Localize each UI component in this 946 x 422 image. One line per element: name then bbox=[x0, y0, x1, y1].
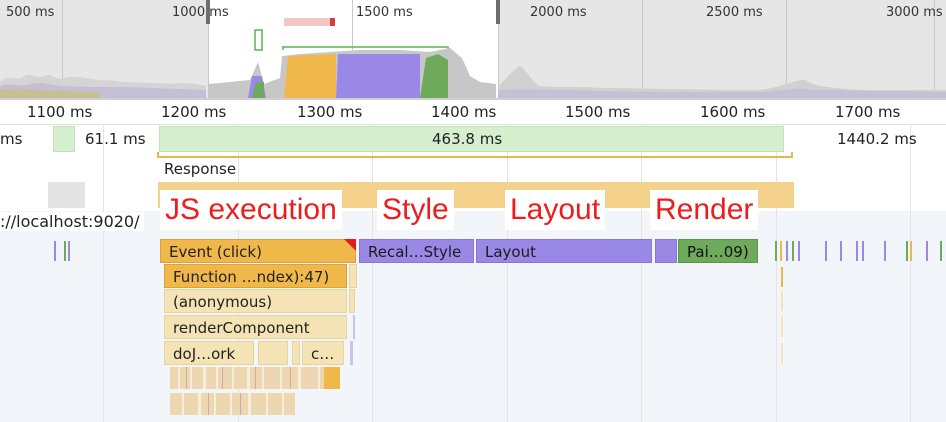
response-bracket bbox=[157, 152, 793, 158]
frame-duration-main[interactable]: 463.8 ms bbox=[432, 130, 502, 148]
frame-duration[interactable]: 1440.2 ms bbox=[837, 130, 917, 148]
frame-duration-partial: ms bbox=[0, 130, 23, 148]
ruler-time-label: 1300 ms bbox=[297, 103, 363, 121]
timeline-ruler: 1100 ms 1200 ms 1300 ms 1400 ms 1500 ms … bbox=[0, 100, 946, 125]
ruler-time-label: 1100 ms bbox=[27, 103, 93, 121]
ruler-time-label: 1700 ms bbox=[835, 103, 901, 121]
interaction-block[interactable] bbox=[48, 182, 85, 208]
ruler-time-label: 1600 ms bbox=[700, 103, 766, 121]
frames-track: ms 61.1 ms 463.8 ms 1440.2 ms bbox=[0, 124, 946, 155]
response-label: Response bbox=[164, 160, 237, 178]
overview-activity-graph bbox=[0, 18, 946, 98]
flame-detail-ticks bbox=[54, 241, 942, 415]
frame-block[interactable] bbox=[53, 126, 75, 152]
frame-duration[interactable]: 61.1 ms bbox=[85, 130, 146, 148]
overview-pane[interactable]: 500 ms 1000 ms 1500 ms 2000 ms 2500 ms 3… bbox=[0, 0, 946, 98]
ruler-time-label: 1500 ms bbox=[565, 103, 631, 121]
ruler-time-label: 1400 ms bbox=[431, 103, 497, 121]
ruler-time-label: 1200 ms bbox=[161, 103, 227, 121]
